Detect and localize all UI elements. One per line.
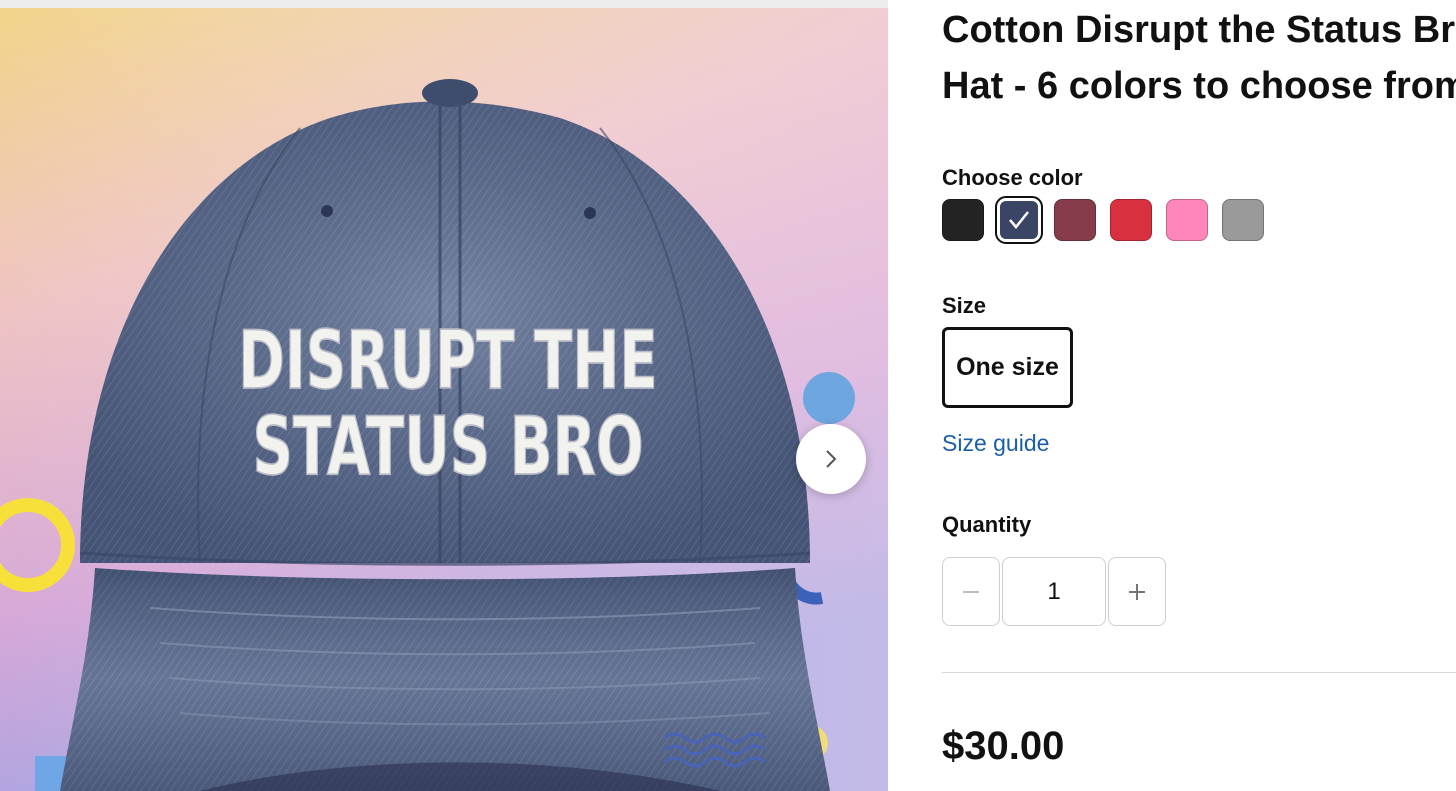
size-option-one-size[interactable]: One size xyxy=(942,327,1073,408)
size-label: Size xyxy=(942,293,987,318)
quantity-stepper xyxy=(942,557,1166,628)
quantity-increase-button[interactable] xyxy=(1108,557,1166,626)
quantity-decrease-button[interactable] xyxy=(942,557,1000,626)
minus-icon xyxy=(963,590,979,593)
plus-icon xyxy=(1129,583,1145,600)
next-image-button[interactable] xyxy=(796,424,866,494)
color-swatch-black[interactable] xyxy=(942,199,984,241)
product-image-carousel[interactable]: DISRUPT THE STATUS BRO xyxy=(0,8,888,791)
product-title: Cotton Disrupt the Status Bro Dad Hat - … xyxy=(942,9,1456,107)
section-divider xyxy=(942,672,1456,673)
color-swatch-pink[interactable] xyxy=(1166,199,1208,241)
hat-embroidery-line2: STATUS BRO xyxy=(252,401,643,494)
image-top-strip xyxy=(0,0,888,8)
color-label: Choose color xyxy=(942,165,1083,190)
product-price: $30.00 xyxy=(942,724,1065,768)
quantity-label: Quantity xyxy=(942,512,1032,537)
color-swatch-maroon[interactable] xyxy=(1054,199,1096,241)
color-swatch-grey[interactable] xyxy=(1222,199,1264,241)
quantity-input[interactable] xyxy=(1002,557,1106,626)
hat-embroidery-line1: DISRUPT THE xyxy=(238,315,657,408)
product-info-panel: Cotton Disrupt the Status Bro Dad Hat - … xyxy=(942,0,1456,791)
chevron-right-icon xyxy=(826,450,837,468)
color-swatch-list xyxy=(942,196,1264,244)
color-swatch-red[interactable] xyxy=(1110,199,1152,241)
size-guide-link[interactable]: Size guide xyxy=(942,430,1049,457)
checkmark-icon xyxy=(1009,211,1029,229)
color-swatch-navy[interactable] xyxy=(995,196,1043,244)
product-image: DISRUPT THE STATUS BRO xyxy=(0,8,888,791)
